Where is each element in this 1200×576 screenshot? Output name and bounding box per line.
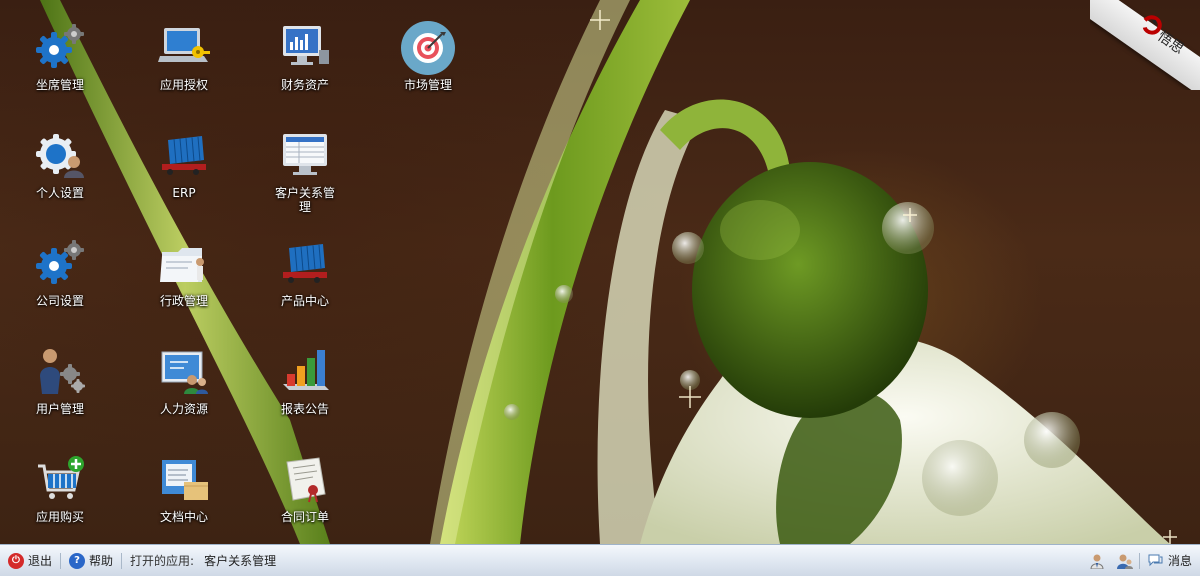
desktop-app-label: 公司设置 [35,294,84,308]
board-users-icon [156,344,212,400]
desktop-app-label: 人力资源 [159,402,208,416]
desktop-app-company-settings[interactable]: 公司设置 [6,236,114,334]
desktop-app-label: 行政管理 [159,294,208,308]
desktop-app-seat-management[interactable]: 坐席管理 [6,20,114,118]
desktop-app-market-management[interactable]: 市场管理 [374,20,482,118]
target-icon [400,20,456,76]
desktop-app-label: 报表公告 [280,402,329,416]
desktop-app-product-center[interactable]: 产品中心 [251,236,359,334]
monitor-chart-icon [277,20,333,76]
users-icon [1116,554,1133,569]
folder-user-icon [156,236,212,292]
open-apps-label: 打开的应用: [130,554,195,568]
messages-label: 消息 [1167,554,1192,568]
desktop-app-reports[interactable]: 报表公告 [251,344,359,442]
desktop-app-human-resources[interactable]: 人力资源 [130,344,238,442]
desktop-app-finance-assets[interactable]: 财务资产 [251,20,359,118]
laptop-key-icon [156,20,212,76]
desktop-app-label: 客户关系管理 [274,186,335,214]
chat-bubble-icon [1148,554,1163,566]
desktop: 悟思 坐席管理 个人设置 公司设置 用户管理 应用购买 应用授权 ERP 行政管… [0,0,1200,544]
desktop-app-label: 坐席管理 [35,78,84,92]
desktop-app-label: 市场管理 [403,78,452,92]
help-button[interactable]: ? 帮助 [61,545,121,576]
desktop-app-label: 应用授权 [159,78,208,92]
desktop-app-label: 个人设置 [35,186,84,200]
desktop-app-label: 用户管理 [35,402,84,416]
messages-button[interactable]: 消息 [1140,545,1200,576]
desktop-app-erp[interactable]: ERP [130,128,238,226]
desktop-app-label: 文档中心 [159,510,208,524]
monitor-table-icon [277,128,333,184]
desktop-app-administration[interactable]: 行政管理 [130,236,238,334]
logout-button[interactable]: ⏻ 退出 [0,545,60,576]
desktop-app-label: 应用购买 [35,510,84,524]
gear-user-icon [32,128,88,184]
desktop-app-contract-orders[interactable]: 合同订单 [251,452,359,544]
container-truck-icon [156,128,212,184]
desktop-app-app-purchase[interactable]: 应用购买 [6,452,114,544]
user-status-button[interactable] [1083,545,1111,576]
desktop-app-app-authorization[interactable]: 应用授权 [130,20,238,118]
svg-text:悟思: 悟思 [1154,28,1186,57]
desktop-app-label: ERP [172,186,196,200]
desktop-app-label: 合同订单 [280,510,329,524]
open-app-tab-customer-relations[interactable]: 客户关系管理 [198,552,282,569]
container-truck-icon [277,236,333,292]
help-label: 帮助 [89,554,114,568]
desktop-app-label: 财务资产 [280,78,329,92]
gear-icon [32,20,88,76]
contract-icon [277,452,333,508]
desktop-app-label: 产品中心 [280,294,329,308]
desktop-app-user-management[interactable]: 用户管理 [6,344,114,442]
desktop-app-personal-settings[interactable]: 个人设置 [6,128,114,226]
user-icon [1090,554,1104,569]
corner-logo-ribbon: 悟思 [1090,0,1200,90]
taskbar: ⏻ 退出 ? 帮助 打开的应用: 客户关系管理 消息 [0,544,1200,576]
help-icon: ? [69,552,86,569]
desktop-app-customer-relations[interactable]: 客户关系管理 [251,128,359,226]
online-users-button[interactable] [1111,545,1139,576]
power-icon: ⏻ [8,552,24,569]
bar-chart-icon [277,344,333,400]
brand-logo-icon: 悟思 [1142,15,1187,58]
logout-label: 退出 [28,554,53,568]
gear-icon [32,236,88,292]
user-gears-icon [32,344,88,400]
document-folder-icon [156,452,212,508]
cart-add-icon [32,452,88,508]
desktop-app-document-center[interactable]: 文档中心 [130,452,238,544]
